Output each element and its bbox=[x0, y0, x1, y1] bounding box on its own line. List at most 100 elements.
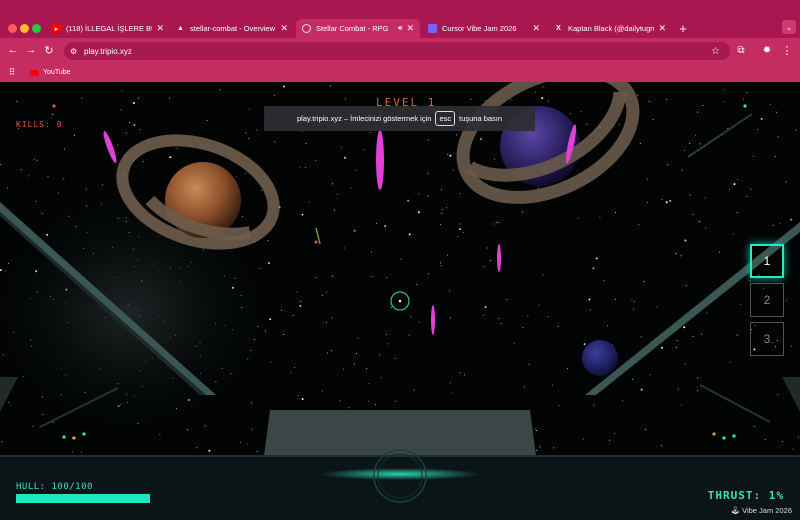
star bbox=[480, 138, 483, 141]
star bbox=[363, 149, 365, 151]
star bbox=[408, 233, 411, 236]
close-tab-icon[interactable]: ✕ bbox=[156, 23, 164, 34]
tab-search-icon[interactable]: ⌄ bbox=[782, 20, 796, 34]
star bbox=[428, 273, 430, 275]
star bbox=[305, 167, 307, 169]
star bbox=[640, 388, 643, 391]
star bbox=[329, 85, 331, 87]
star bbox=[247, 443, 249, 445]
star bbox=[455, 134, 457, 136]
bookmark-star-icon[interactable]: ☆ bbox=[711, 46, 720, 57]
star bbox=[447, 153, 449, 155]
star bbox=[348, 407, 350, 409]
star bbox=[379, 354, 381, 356]
browser-menu-icon[interactable]: ⋮ bbox=[780, 43, 794, 57]
star bbox=[440, 265, 442, 267]
vibe-jam-badge[interactable]: 🕹 Vibe Jam 2026 bbox=[730, 506, 792, 515]
star bbox=[676, 346, 677, 348]
star bbox=[675, 252, 677, 254]
forward-arrow-icon[interactable]: → bbox=[24, 43, 38, 57]
tab-stellar-combat[interactable]: Stellar Combat - RPG 🔊︎ ✕ bbox=[296, 19, 420, 38]
star bbox=[256, 450, 258, 452]
star bbox=[589, 309, 591, 311]
bookmark-youtube[interactable]: YouTube bbox=[30, 66, 71, 79]
speaker-icon[interactable]: 🔊︎ bbox=[398, 25, 402, 33]
star bbox=[757, 129, 759, 131]
tab-vercel[interactable]: ▲ stellar-combat - Overview – ✕ bbox=[170, 19, 294, 38]
apps-grid-icon[interactable]: ⠿ bbox=[6, 66, 18, 78]
star bbox=[645, 428, 647, 430]
star bbox=[684, 363, 686, 365]
weapon-slot-2[interactable]: 2 bbox=[750, 283, 784, 317]
hull-label: HULL: 100/100 bbox=[16, 482, 93, 492]
new-tab-button[interactable]: + bbox=[676, 20, 690, 36]
star bbox=[495, 221, 497, 223]
weapon-slot-1[interactable]: 1 bbox=[750, 244, 784, 278]
star bbox=[777, 136, 779, 138]
star bbox=[248, 138, 250, 140]
star bbox=[343, 247, 345, 249]
star bbox=[375, 404, 377, 405]
tab-youtube[interactable]: ▸ (118) İLLEGAL İŞLERE BULAŞ ✕ bbox=[46, 19, 170, 38]
close-tab-icon[interactable]: ✕ bbox=[280, 23, 288, 34]
star bbox=[395, 400, 397, 402]
star bbox=[609, 439, 611, 441]
weapon-slot-3[interactable]: 3 bbox=[750, 322, 784, 356]
star bbox=[36, 159, 38, 161]
minimize-window-button[interactable] bbox=[20, 24, 29, 33]
star bbox=[410, 316, 412, 318]
star bbox=[535, 450, 537, 451]
close-tab-icon[interactable]: ✕ bbox=[406, 23, 414, 34]
star bbox=[652, 118, 654, 120]
address-bar[interactable]: ⚙︎ play.tripio.xyz ☆ bbox=[64, 42, 730, 60]
star bbox=[274, 141, 276, 143]
star bbox=[539, 446, 541, 448]
maximize-window-button[interactable] bbox=[32, 24, 41, 33]
star bbox=[139, 129, 141, 131]
star bbox=[689, 143, 691, 144]
star bbox=[248, 108, 250, 110]
star bbox=[300, 301, 302, 302]
star bbox=[326, 321, 327, 323]
reload-icon[interactable]: ↻ bbox=[42, 43, 56, 57]
tab-label: Stellar Combat - RPG bbox=[316, 24, 389, 33]
extensions-icon[interactable]: ⧉ bbox=[734, 43, 748, 57]
tab-x-profile[interactable]: X Kaptan Black (@dailytugrul) / ✕ bbox=[548, 19, 672, 38]
star bbox=[538, 304, 540, 306]
site-settings-icon[interactable]: ⚙︎ bbox=[70, 47, 77, 56]
star bbox=[7, 401, 9, 403]
star bbox=[566, 368, 568, 370]
star bbox=[683, 326, 686, 329]
star bbox=[449, 154, 452, 157]
star bbox=[452, 169, 454, 171]
star bbox=[697, 111, 699, 113]
game-canvas[interactable]: LEVEL 1 KILLS: 0 play.tripio.xyz – İmlec… bbox=[0, 82, 800, 520]
close-tab-icon[interactable]: ✕ bbox=[658, 23, 666, 34]
star bbox=[459, 193, 461, 195]
star bbox=[681, 254, 683, 256]
star bbox=[376, 222, 378, 224]
enemy-ship bbox=[314, 227, 321, 245]
close-window-button[interactable] bbox=[8, 24, 17, 33]
star bbox=[330, 350, 332, 352]
star bbox=[356, 352, 357, 354]
star bbox=[371, 251, 373, 253]
star bbox=[553, 447, 555, 449]
profile-avatar[interactable]: ✹ bbox=[760, 43, 774, 57]
star bbox=[769, 103, 771, 105]
star bbox=[125, 132, 127, 134]
star bbox=[368, 383, 370, 385]
browser-tab-bar: ▸ (118) İLLEGAL İŞLERE BULAŞ ✕ ▲ stellar… bbox=[0, 0, 800, 38]
star bbox=[680, 404, 682, 406]
star bbox=[643, 281, 645, 283]
star bbox=[117, 144, 119, 146]
star bbox=[81, 97, 83, 99]
star bbox=[1, 441, 3, 443]
star bbox=[593, 404, 595, 406]
back-arrow-icon[interactable]: ← bbox=[6, 43, 20, 57]
star bbox=[20, 169, 22, 171]
tab-vibe-jam[interactable]: Cursor Vibe Jam 2026 ✕ bbox=[422, 19, 546, 38]
close-tab-icon[interactable]: ✕ bbox=[532, 23, 540, 34]
star bbox=[459, 223, 461, 225]
star bbox=[698, 221, 700, 223]
